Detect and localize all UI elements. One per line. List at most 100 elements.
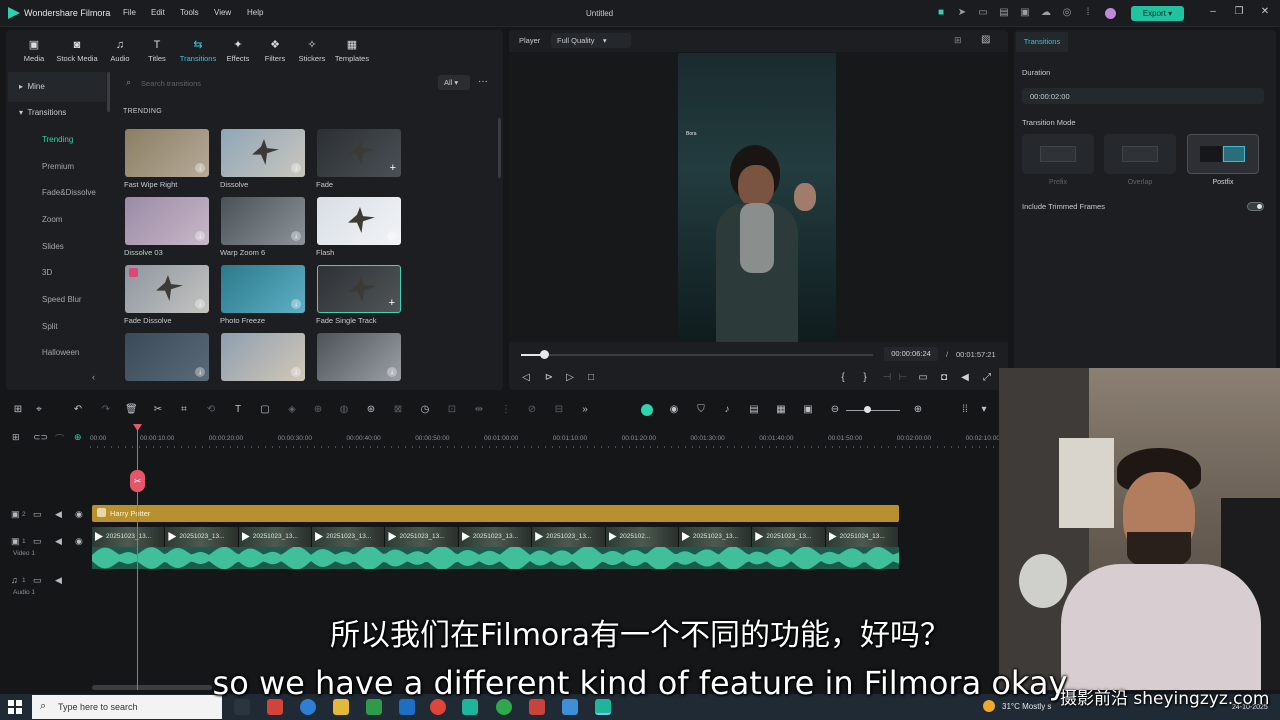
frame-icon[interactable]: ▢ <box>259 404 271 415</box>
tab-transitions-properties[interactable]: Transitions <box>1016 32 1068 52</box>
group-icon[interactable]: ⊟ <box>553 404 565 415</box>
mute-icon[interactable]: ◀ <box>55 509 62 520</box>
download-icon[interactable]: ↓ <box>195 299 205 309</box>
include-trimmed-toggle[interactable] <box>1247 202 1264 211</box>
color-icon[interactable]: ◍ <box>338 404 350 415</box>
download-icon[interactable]: ↓ <box>291 163 301 173</box>
mode-postfix[interactable] <box>1187 134 1259 174</box>
transition-thumbnail[interactable]: + <box>317 129 401 177</box>
sidebar-item-speed-blur[interactable]: Speed Blur <box>42 295 82 304</box>
picture-in-picture-icon[interactable]: ▣ <box>802 404 814 415</box>
split-audio-icon[interactable]: ⋮ <box>500 404 512 415</box>
video-clip[interactable]: 20251024_13... <box>825 527 899 547</box>
sidebar-item-halloween[interactable]: Halloween <box>42 348 79 357</box>
menu-tools[interactable]: Tools <box>180 8 199 17</box>
mask-icon[interactable]: ◈ <box>286 404 298 415</box>
progress-handle[interactable] <box>539 350 549 359</box>
zoom-slider-track[interactable] <box>846 410 900 411</box>
transition-thumbnail[interactable]: ↓ <box>221 129 305 177</box>
tab-templates[interactable]: ▦ Templates <box>330 38 374 63</box>
subtitle-icon[interactable]: ▦ <box>775 404 787 415</box>
collapse-sidebar-icon[interactable]: ‹ <box>92 372 95 382</box>
prev-marker-icon[interactable]: ⊣ <box>880 372 894 383</box>
speed-icon[interactable]: ⊛ <box>365 404 377 415</box>
sidebar-item-slides[interactable]: Slides <box>42 242 64 251</box>
grid-view-icon[interactable]: ⁞⁞ <box>959 404 971 415</box>
split-marker-icon[interactable]: ✂ <box>130 470 145 492</box>
magnet-off-icon[interactable]: ⌒ <box>55 432 64 445</box>
quality-dropdown[interactable]: Full Quality ▾ <box>551 33 631 48</box>
cloud-icon[interactable]: ☁ <box>1040 7 1052 19</box>
folder-icon[interactable]: ▭ <box>33 575 42 586</box>
video-clip[interactable]: 2025102... <box>605 527 679 547</box>
menu-view[interactable]: View <box>214 8 231 17</box>
prev-frame-icon[interactable]: ◁ <box>519 372 533 383</box>
step-play-icon[interactable]: ⊳ <box>542 372 556 383</box>
transition-thumbnail[interactable]: ↓ <box>125 333 209 381</box>
maximize-icon[interactable]: ❐ <box>1231 6 1247 17</box>
eye-icon[interactable]: ◉ <box>75 509 83 520</box>
mark-out-icon[interactable]: } <box>858 372 872 383</box>
avatar[interactable] <box>1105 8 1116 19</box>
download-icon[interactable]: ↓ <box>291 299 301 309</box>
tab-transitions[interactable]: ⇆ Transitions <box>176 38 220 63</box>
download-icon[interactable]: ↓ <box>291 231 301 241</box>
video-clip[interactable]: 20251023_13... <box>532 527 606 547</box>
add-icon[interactable]: + <box>390 162 396 174</box>
gift-icon[interactable]: ■ <box>935 7 947 19</box>
transition-thumbnail[interactable]: ↓ <box>221 333 305 381</box>
video-clip[interactable]: 20251023_13... <box>92 527 166 547</box>
close-icon[interactable]: ✕ <box>1257 6 1273 17</box>
transition-thumbnail[interactable]: ↓ <box>317 197 401 245</box>
monitor-icon[interactable]: ▤ <box>998 7 1010 19</box>
video-clip[interactable]: 20251023_13... <box>385 527 459 547</box>
smart-render-icon[interactable] <box>641 404 653 416</box>
transition-thumbnail[interactable]: ↓ <box>221 197 305 245</box>
volume-icon[interactable]: ◀ <box>958 372 972 383</box>
safe-zone-icon[interactable]: ⊞ <box>954 35 962 46</box>
grid-icon[interactable]: ⁞ <box>1082 7 1094 19</box>
video-clip[interactable]: 20251023_13... <box>312 527 386 547</box>
sidebar-scrollbar[interactable] <box>107 72 110 112</box>
zoom-in-icon[interactable]: ⊕ <box>912 404 924 415</box>
download-icon[interactable]: ↓ <box>387 367 397 377</box>
tab-stock-media[interactable]: ◙ Stock Media <box>55 38 99 63</box>
microphone-icon[interactable]: ♪ <box>721 404 733 415</box>
text-tool-icon[interactable]: T <box>232 404 244 415</box>
rotate-icon[interactable]: ⟲ <box>205 404 217 415</box>
filter-dropdown[interactable]: All ▾ <box>438 75 470 90</box>
search-bar[interactable]: ⌕ Search transitions <box>116 74 436 92</box>
redo-icon[interactable]: ↷ <box>100 404 112 415</box>
shield-icon[interactable]: ⛉ <box>695 404 707 415</box>
add-track-icon[interactable]: ⊞ <box>12 432 20 443</box>
menu-edit[interactable]: Edit <box>151 8 165 17</box>
rectangle-icon[interactable]: ▭ <box>977 7 989 19</box>
voiceover-icon[interactable]: ▤ <box>748 404 760 415</box>
play-icon[interactable]: ▷ <box>563 372 577 383</box>
sidebar-item-premium[interactable]: Premium <box>42 162 74 171</box>
tab-stickers[interactable]: ✧ Stickers <box>290 38 334 63</box>
zoom-tool-icon[interactable]: ⊕ <box>312 404 324 415</box>
download-icon[interactable]: ↓ <box>195 231 205 241</box>
mode-overlap[interactable] <box>1104 134 1176 174</box>
download-icon[interactable]: ↓ <box>387 231 397 241</box>
undo-icon[interactable]: ↶ <box>72 404 84 415</box>
duration-icon[interactable]: ⇹ <box>473 404 485 415</box>
mute-icon[interactable]: ◀ <box>55 536 62 547</box>
transition-thumbnail[interactable]: ↓ <box>125 129 209 177</box>
mute-icon[interactable]: ◀ <box>55 575 62 586</box>
timeline-ruler[interactable]: 00:00 00:00:10:00 00:00:20:00 00:00:30:00 00… <box>90 428 1000 448</box>
stabilize-icon[interactable]: ⊠ <box>392 404 404 415</box>
folder-icon[interactable]: ▭ <box>33 509 42 520</box>
save-icon[interactable]: ▣ <box>1019 7 1031 19</box>
link-icon[interactable]: ⊂⊃ <box>33 432 48 443</box>
next-marker-icon[interactable]: ⊢ <box>896 372 910 383</box>
toolbar-dropdown-icon[interactable]: ▾ <box>978 404 990 415</box>
duration-input[interactable]: 00:00:02:00 <box>1022 88 1264 104</box>
tab-titles[interactable]: T Titles <box>135 38 179 63</box>
detach-icon[interactable]: ⊘ <box>526 404 538 415</box>
render-preview-icon[interactable]: ◉ <box>668 404 680 415</box>
media-scrollbar[interactable] <box>498 118 501 178</box>
timer-icon[interactable]: ◷ <box>419 404 431 415</box>
folder-icon[interactable]: ▭ <box>33 536 42 547</box>
